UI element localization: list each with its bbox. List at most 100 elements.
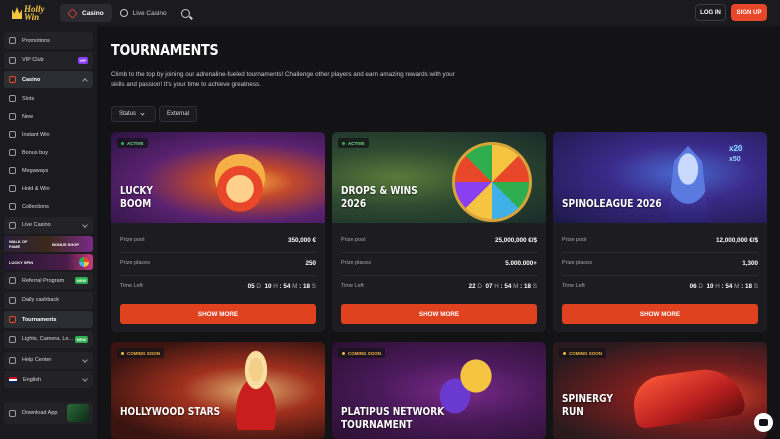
tab-casino[interactable]: Casino (60, 4, 112, 22)
casino-icon (67, 7, 78, 19)
tournament-name: PLATIPUS NETWORK TOURNAMENT (341, 405, 445, 431)
status-badge: ACTIVE (117, 138, 148, 148)
tournament-name: HOLLYWOOD STARS (120, 405, 221, 418)
show-more-button[interactable]: SHOW MORE (562, 304, 758, 324)
chat-icon (759, 419, 768, 426)
trophy-icon (9, 316, 16, 323)
slots-icon (9, 95, 16, 102)
help-icon (9, 356, 16, 364)
status-filter-label: Status (119, 111, 137, 117)
chevron-down-icon[interactable] (82, 376, 88, 382)
bonus-shop-label: BONUS SHOP (52, 241, 79, 247)
tournament-card: x20 x50 SPINOLEAGUE 2026 Prize pool 12,000… (553, 132, 767, 332)
countdown: 06 D 10 H : 54 M : 18 S (689, 282, 758, 290)
live-chat-button[interactable] (754, 413, 773, 432)
collection-icon (9, 203, 16, 210)
sidebar-item-slots[interactable]: Slots (4, 91, 93, 107)
sidebar-item-daily-cashback[interactable]: Daily cashback (4, 291, 93, 309)
chevron-down-icon[interactable] (82, 356, 88, 363)
sidebar-item-tournaments[interactable]: Tournaments (4, 311, 93, 328)
show-more-button[interactable]: SHOW MORE (120, 304, 316, 324)
chevron-up-icon[interactable] (82, 78, 88, 84)
tournament-card: COMING SOON PLATIPUS NETWORK TOURNAMENT (332, 342, 546, 439)
walk-of-fame-bonus-shop-banner[interactable]: WALK OF FAME BONUS SHOP (4, 236, 93, 252)
status-label: ACTIVE (348, 140, 365, 146)
prize-places-row: Prize places 1,300 (562, 259, 758, 267)
sidebar-item-label: New (22, 113, 34, 120)
sidebar-item-collections[interactable]: Collections (4, 199, 93, 215)
prize-wheel-image (452, 142, 532, 222)
walk-of-fame-label: WALK OF FAME (9, 239, 28, 249)
phone-image (67, 404, 89, 422)
status-badge: COMING SOON (117, 348, 165, 358)
signup-button[interactable]: SIGN UP (731, 4, 767, 21)
sidebar-item-label: Megaways (22, 167, 49, 174)
users-icon (9, 277, 16, 284)
language-selector[interactable]: English (4, 371, 93, 388)
sidebar-item-help-center[interactable]: Help Center (4, 351, 93, 369)
divider (120, 275, 316, 276)
tab-casino-label: Casino (82, 9, 104, 17)
casino-icon (9, 76, 16, 83)
sidebar-item-label: Hold & Win (22, 185, 50, 192)
status-label: COMING SOON (348, 350, 382, 356)
main-content: TOURNAMENTS Climb to the top by joining … (97, 26, 780, 439)
prize-pool-row: Prize pool 350,000 € (120, 236, 316, 244)
sidebar-item-label: Daily cashback (22, 297, 59, 303)
sidebar-item-new[interactable]: New (4, 109, 93, 125)
tab-live-casino[interactable]: Live Casino (112, 4, 175, 22)
tournament-card: ACTIVE LUCKY BOOM Prize pool 350,000 € Pri… (111, 132, 325, 332)
status-dot-icon (342, 351, 345, 355)
sidebar-item-promotions[interactable]: Promotions (4, 32, 93, 49)
camera-icon (9, 335, 16, 343)
lightning-icon (9, 131, 16, 138)
external-filter-label: External (167, 111, 190, 117)
sidebar-item-live-casino[interactable]: Live Casino (4, 216, 93, 234)
hollywin-logo[interactable]: Holly Win (12, 2, 56, 24)
external-filter[interactable]: External (159, 106, 197, 122)
diamond-icon (9, 56, 16, 64)
sidebar-item-megaways[interactable]: Megaways (4, 163, 93, 179)
status-dot-icon (563, 351, 566, 355)
show-more-button[interactable]: SHOW MORE (341, 304, 537, 324)
logo-text: Holly Win (24, 4, 45, 22)
page-title: TOURNAMENTS (111, 41, 219, 59)
divider (341, 252, 537, 253)
multiplier-label: x20 (729, 144, 743, 153)
search-icon[interactable] (180, 8, 190, 18)
page-intro: Climb to the top by joining our adrenali… (111, 71, 455, 88)
sidebar-item-vip-club[interactable]: VIP Club VIP (4, 51, 93, 69)
prize-places-row: Prize places 5.000.000+ (341, 259, 537, 267)
divider (562, 275, 758, 276)
sidebar-item-lights-camera[interactable]: Lights, Camera, Lo... NEW (4, 330, 93, 348)
sidebar-item-casino[interactable]: Casino (4, 71, 93, 88)
divider (120, 252, 316, 253)
language-label: English (23, 376, 42, 383)
live-dealer-icon (119, 9, 128, 17)
sidebar-item-referral[interactable]: Referral Program NEW (4, 272, 93, 289)
chevron-down-icon[interactable] (82, 221, 88, 228)
status-badge: COMING SOON (338, 348, 386, 358)
sidebar-item-hold-win[interactable]: Hold & Win (4, 181, 93, 197)
sidebar-item-bonus-buy[interactable]: Bonus buy (4, 145, 93, 161)
sidebar-item-label: Lights, Camera, Lo... (22, 336, 74, 342)
login-button[interactable]: LOG IN (695, 4, 726, 21)
cashback-icon (9, 296, 16, 304)
download-app-button[interactable]: Download App (4, 402, 93, 424)
prize-pool-row: Prize pool 12,000,000 €/$ (562, 236, 758, 244)
status-filter[interactable]: Status (111, 106, 156, 122)
sidebar-item-label: Help Center (22, 357, 52, 363)
status-label: ACTIVE (127, 140, 144, 146)
sidebar-item-label: VIP Club (22, 57, 44, 63)
time-left-row: Time Left 22 D 07 H : 54 M : 18 S (341, 282, 537, 290)
sidebar-item-instant-win[interactable]: Instant Win (4, 127, 93, 143)
sidebar-item-label: Bonus buy (22, 149, 48, 156)
download-icon (9, 409, 16, 417)
time-left-row: Time Left 06 D 10 H : 54 M : 18 S (562, 282, 758, 290)
vip-badge: VIP (77, 56, 88, 64)
lucky-spin-label: LUCKY SPIN (9, 259, 34, 265)
status-label: COMING SOON (127, 350, 161, 356)
lucky-spin-banner[interactable]: LUCKY SPIN (4, 254, 93, 270)
grid-icon (9, 167, 16, 174)
sidebar-item-label: Referral Program (22, 277, 65, 284)
